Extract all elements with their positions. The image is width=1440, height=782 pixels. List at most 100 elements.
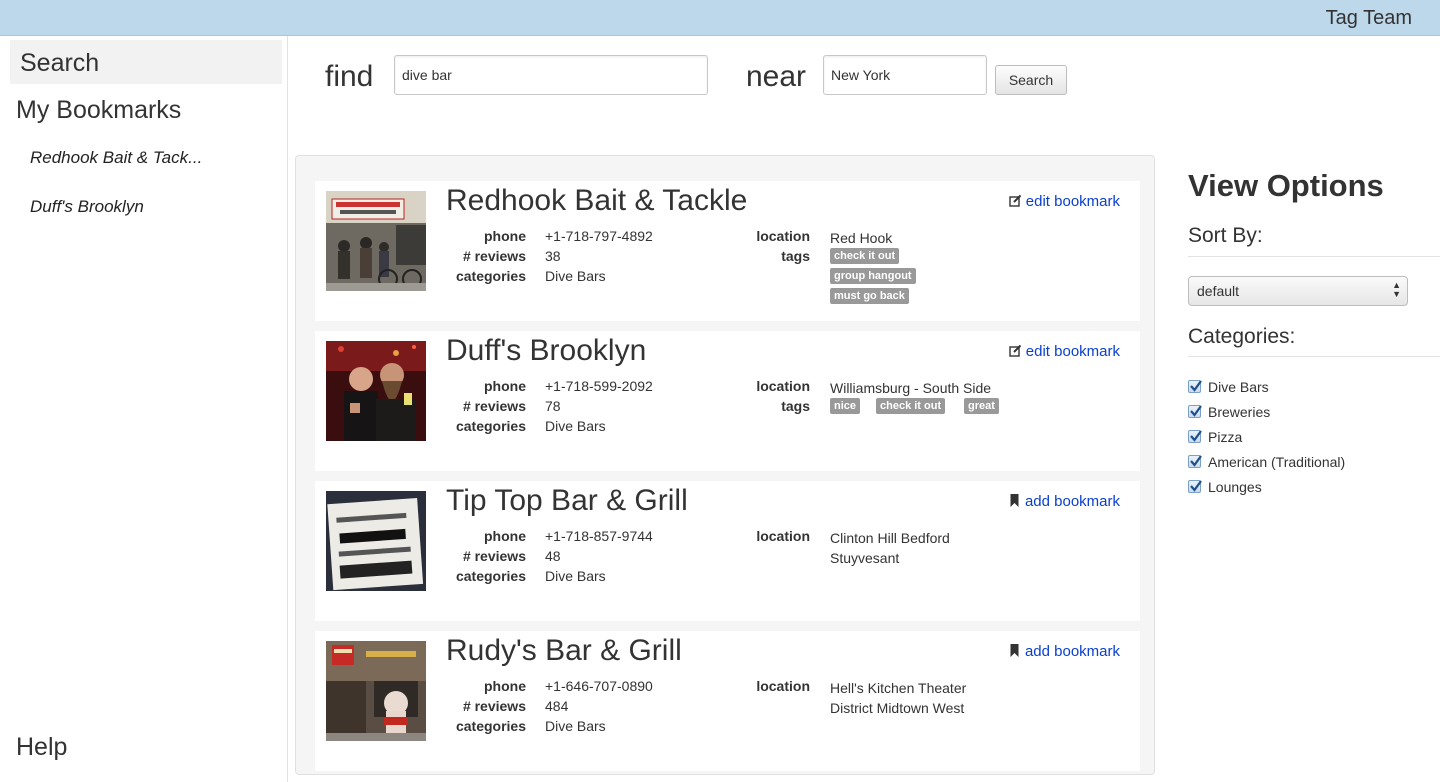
tag-badge[interactable]: group hangout [830, 268, 916, 284]
venue-photo[interactable] [326, 641, 426, 741]
find-input[interactable] [394, 55, 708, 95]
categories-value: Dive Bars [545, 568, 606, 584]
categories-value: Dive Bars [545, 268, 606, 284]
venue-photo[interactable] [326, 491, 426, 591]
sidebar: Search My Bookmarks Redhook Bait & Tack.… [0, 36, 288, 782]
location-value: Clinton Hill Bedford Stuyvesant [830, 530, 950, 566]
edit-bookmark-link[interactable]: edit bookmark [1009, 343, 1120, 360]
tag-badge[interactable]: great [964, 398, 999, 414]
top-bar: Tag Team [0, 0, 1440, 36]
phone-value: +1-718-797-4892 [545, 228, 653, 244]
select-arrows-icon: ▲ ▼ [1392, 280, 1401, 299]
near-input[interactable] [823, 55, 987, 95]
reviews-label: # reviews [462, 398, 526, 414]
categories-value: Dive Bars [545, 718, 606, 734]
venue-name[interactable]: Rudy's Bar & Grill [446, 634, 682, 668]
sort-by-label: Sort By: [1188, 224, 1263, 247]
location-value: Hell's Kitchen Theater District Midtown W… [830, 680, 967, 716]
sidebar-bookmark-item[interactable]: Redhook Bait & Tack... [30, 148, 202, 168]
result-card: Redhook Bait & Tackle edit bookmark phon… [315, 181, 1140, 321]
phone-label: phone [484, 228, 526, 244]
reviews-value: 484 [545, 698, 569, 714]
add-bookmark-link[interactable]: add bookmark [1008, 493, 1120, 510]
results-panel: Redhook Bait & Tackle edit bookmark phon… [295, 155, 1155, 775]
category-label: Dive Bars [1208, 379, 1269, 395]
categories-label: categories [455, 718, 526, 734]
sort-select-value: default [1197, 283, 1240, 299]
brand-name[interactable]: Tag Team [1326, 7, 1412, 30]
bookmark-icon [1010, 644, 1019, 657]
location-value: Williamsburg - South Side [830, 380, 992, 396]
bookmark-action-label: edit bookmark [1025, 193, 1120, 210]
check-icon [1190, 455, 1202, 467]
phone-label: phone [484, 678, 526, 694]
check-icon [1190, 480, 1202, 492]
tags-label: tags [781, 248, 810, 264]
categories-heading: Categories: [1188, 325, 1296, 348]
tag-badge[interactable]: nice [830, 398, 861, 414]
venue-photo[interactable] [326, 341, 426, 441]
check-icon [1190, 405, 1202, 417]
categories-label: categories [455, 418, 526, 434]
edit-icon [1009, 344, 1021, 357]
tag-badge[interactable]: check it out [830, 248, 900, 264]
reviews-label: # reviews [462, 548, 526, 564]
tag-badge[interactable]: must go back [830, 288, 909, 304]
phone-label: phone [484, 378, 526, 394]
divider [1188, 256, 1440, 257]
phone-value: +1-718-857-9744 [545, 528, 653, 544]
location-label: location [756, 678, 810, 694]
location-label: location [756, 378, 810, 394]
bookmark-action-label: edit bookmark [1025, 343, 1120, 360]
categories-value: Dive Bars [545, 418, 606, 434]
category-checkbox[interactable] [1188, 380, 1202, 393]
sort-select[interactable]: default ▲ ▼ [1188, 276, 1408, 306]
edit-icon [1009, 194, 1021, 207]
category-checkbox[interactable] [1188, 455, 1202, 468]
category-label: Lounges [1208, 479, 1262, 495]
category-checkbox[interactable] [1188, 430, 1202, 443]
tag-badge[interactable]: check it out [876, 398, 946, 414]
categories-label: categories [455, 268, 526, 284]
sidebar-item-my-bookmarks[interactable]: My Bookmarks [16, 96, 181, 125]
reviews-label: # reviews [462, 698, 526, 714]
categories-label: categories [455, 568, 526, 584]
divider [1188, 356, 1440, 357]
category-checkbox[interactable] [1188, 405, 1202, 418]
reviews-value: 48 [545, 548, 561, 564]
bookmark-action-label: add bookmark [1024, 493, 1120, 510]
venue-name[interactable]: Redhook Bait & Tackle [446, 184, 747, 218]
category-checkbox[interactable] [1188, 480, 1202, 493]
sidebar-item-help[interactable]: Help [16, 733, 67, 762]
phone-label: phone [484, 528, 526, 544]
category-label: American (Traditional) [1208, 454, 1346, 470]
venue-name[interactable]: Duff's Brooklyn [446, 334, 646, 368]
tags-label: tags [781, 398, 810, 414]
sidebar-item-search[interactable]: Search [10, 40, 282, 84]
reviews-label: # reviews [462, 248, 526, 264]
check-icon [1190, 380, 1202, 392]
bookmark-icon [1010, 494, 1019, 507]
find-label: find [325, 60, 374, 93]
add-bookmark-link[interactable]: add bookmark [1008, 643, 1120, 660]
location-value: Red Hook [830, 230, 893, 246]
check-icon [1190, 430, 1202, 442]
location-label: location [756, 228, 810, 244]
edit-bookmark-link[interactable]: edit bookmark [1009, 193, 1120, 210]
sidebar-bookmark-item[interactable]: Duff's Brooklyn [30, 197, 144, 217]
near-label: near [746, 60, 807, 93]
venue-photo[interactable] [326, 191, 426, 291]
bookmark-action-label: add bookmark [1024, 643, 1120, 660]
phone-value: +1-718-599-2092 [545, 378, 653, 394]
phone-value: +1-646-707-0890 [545, 678, 653, 694]
venue-name[interactable]: Tip Top Bar & Grill [446, 484, 688, 518]
view-options-title: View Options [1188, 168, 1384, 203]
search-button[interactable]: Search [995, 65, 1067, 95]
result-card: Tip Top Bar & Grill add bookmark phone +… [315, 481, 1140, 621]
reviews-value: 38 [545, 248, 561, 264]
category-label: Pizza [1208, 429, 1243, 445]
category-label: Breweries [1208, 404, 1271, 420]
location-label: location [756, 528, 810, 544]
result-card: Rudy's Bar & Grill add bookmark phone +1… [315, 631, 1140, 771]
result-card: Duff's Brooklyn edit bookmark phone +1-7… [315, 331, 1140, 471]
